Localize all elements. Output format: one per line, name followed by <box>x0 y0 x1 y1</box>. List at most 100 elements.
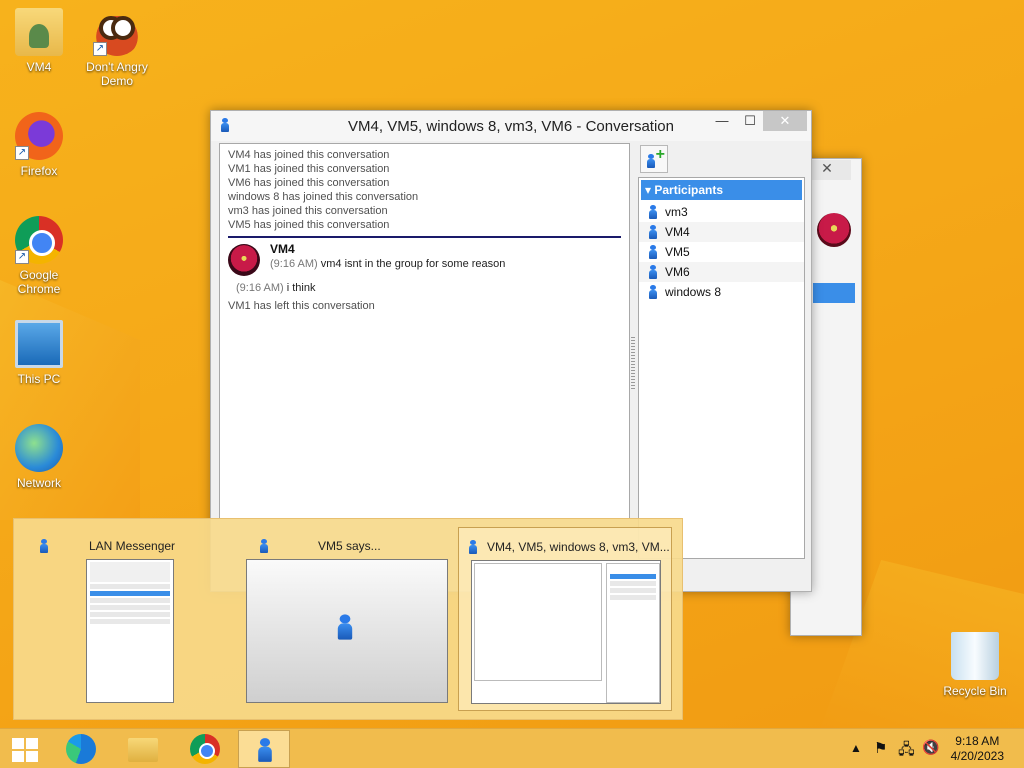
firefox-icon: ↗ <box>15 112 63 160</box>
edge-icon <box>66 734 96 764</box>
chrome-icon <box>190 734 220 764</box>
user-icon <box>649 225 657 239</box>
participant-name: windows 8 <box>665 285 722 299</box>
desktop-icon-chrome[interactable]: ↗ Google Chrome <box>0 216 78 296</box>
selected-row <box>813 283 855 303</box>
preview-row <box>610 588 656 593</box>
desktop-icon-label: Don't Angry Demo <box>86 60 148 88</box>
desktop-icon-label: Google Chrome <box>17 268 61 296</box>
thumbnail-lan-messenger[interactable]: LAN Messenger <box>22 527 242 711</box>
user-folder-icon <box>15 8 63 56</box>
participant-item[interactable]: VM5 <box>639 242 804 262</box>
participant-item[interactable]: vm3 <box>639 202 804 222</box>
minimize-button[interactable]: — <box>707 111 737 131</box>
lan-messenger-icon <box>258 738 272 762</box>
preview-row <box>90 591 170 596</box>
network-tray-icon[interactable]: 🖧 <box>898 739 915 768</box>
participant-item[interactable]: VM6 <box>639 262 804 282</box>
preview-header <box>90 562 170 582</box>
participants-panel[interactable]: ▾ Participants vm3 VM4 VM5 VM6 windows 8 <box>638 177 805 559</box>
title-bar[interactable]: VM4, VM5, windows 8, vm3, VM6 - Conversa… <box>211 111 811 141</box>
thumbnail-preview <box>471 560 661 704</box>
desktop-icon-label: VM4 <box>26 60 52 74</box>
clock-time: 9:18 AM <box>955 734 1000 748</box>
preview-row <box>90 619 170 624</box>
plus-icon: + <box>655 146 665 163</box>
taskbar-thumbnail-popup: LAN Messenger VM5 says... VM4, VM5, wind… <box>13 518 683 720</box>
shortcut-arrow-icon: ↗ <box>93 42 107 56</box>
preview-row <box>610 595 656 600</box>
action-center-flag-icon[interactable]: ⚑ <box>874 739 887 768</box>
message-group: VM4 (9:16 AM) vm4 isnt in the group for … <box>228 242 621 276</box>
preview-row <box>90 598 170 603</box>
network-icon <box>15 424 63 472</box>
lan-messenger-icon <box>40 539 52 553</box>
close-button[interactable]: ✕ <box>763 111 807 131</box>
thumbnail-preview <box>86 559 174 703</box>
system-message: VM1 has joined this conversation <box>228 163 390 175</box>
preview-row <box>610 581 656 586</box>
lan-messenger-icon <box>260 539 272 553</box>
taskbar-lan-messenger[interactable] <box>238 730 290 768</box>
system-clock[interactable]: 9:18 AM 4/20/2023 <box>951 734 1004 764</box>
user-icon <box>649 245 657 259</box>
desktop-icon-label: Firefox <box>20 164 58 178</box>
message-line: (9:16 AM) vm4 isnt in the group for some… <box>270 256 621 272</box>
participants-header-label: Participants <box>654 183 724 197</box>
preview-participants <box>606 563 660 703</box>
desktop-icon-firefox[interactable]: ↗ Firefox <box>0 112 78 178</box>
system-message: VM1 has left this conversation <box>228 300 375 312</box>
volume-muted-icon[interactable]: 🔇 <box>922 739 939 768</box>
taskbar: ▲ ⚑ 🖧 🔇 9:18 AM 4/20/2023 <box>0 728 1024 768</box>
desktop-icon-network[interactable]: Network <box>0 424 78 490</box>
system-message: windows 8 has joined this conversation <box>228 191 419 203</box>
show-hidden-icons-button[interactable]: ▲ <box>850 741 862 768</box>
desktop-icon-label: This PC <box>17 372 61 386</box>
message-line: (9:16 AM) i think <box>228 280 621 296</box>
splitter-handle[interactable] <box>631 337 635 391</box>
message-text: i think <box>286 282 316 294</box>
thumbnail-conversation[interactable]: VM4, VM5, windows 8, vm3, VM... <box>458 527 672 711</box>
system-message: VM5 has joined this conversation <box>228 219 390 231</box>
shortcut-arrow-icon: ↗ <box>15 146 29 160</box>
participants-header[interactable]: ▾ Participants <box>641 180 802 200</box>
thumbnail-vm5-says[interactable]: VM5 says... <box>242 527 462 711</box>
taskbar-file-explorer[interactable] <box>116 730 168 768</box>
thumbnail-title: VM4, VM5, windows 8, vm3, VM... <box>487 540 670 554</box>
start-button[interactable] <box>0 730 52 768</box>
participant-item[interactable]: VM4 <box>639 222 804 242</box>
user-icon <box>647 154 655 168</box>
add-participant-button[interactable]: + <box>640 145 668 173</box>
taskbar-chrome[interactable] <box>178 730 230 768</box>
participant-name: VM4 <box>665 225 690 239</box>
message-sender: VM4 <box>270 242 295 256</box>
thumbnail-title: LAN Messenger <box>89 539 176 553</box>
preview-row <box>610 574 656 579</box>
shortcut-arrow-icon: ↗ <box>15 250 29 264</box>
user-icon <box>649 265 657 279</box>
folder-icon <box>128 738 158 762</box>
avatar <box>228 244 260 276</box>
maximize-button[interactable]: ☐ <box>737 111 763 131</box>
desktop-icon-vm4[interactable]: VM4 <box>0 8 78 74</box>
user-icon <box>337 614 353 640</box>
computer-icon <box>15 320 63 368</box>
desktop-icon-this-pc[interactable]: This PC <box>0 320 78 386</box>
system-message: VM4 has joined this conversation <box>228 149 390 161</box>
message-time: (9:16 AM) <box>236 282 284 294</box>
preview-text-line <box>475 579 601 584</box>
preview-message-pane <box>474 563 602 681</box>
desktop-icon-dont-angry-demo[interactable]: ↗ Don't Angry Demo <box>78 8 156 88</box>
taskbar-edge[interactable] <box>54 730 106 768</box>
system-message: VM6 has joined this conversation <box>228 177 390 189</box>
windows-logo-icon <box>12 738 38 762</box>
message-history[interactable]: VM4 has joined this conversation VM1 has… <box>219 143 630 519</box>
participant-item[interactable]: windows 8 <box>639 282 804 302</box>
clock-date: 4/20/2023 <box>950 749 1004 763</box>
thumbnail-preview <box>246 559 448 703</box>
message-time: (9:16 AM) <box>270 258 318 270</box>
participant-name: VM6 <box>665 265 690 279</box>
thumbnail-title: VM5 says... <box>318 539 381 553</box>
preview-row <box>90 605 170 610</box>
desktop-icon-recycle-bin[interactable]: Recycle Bin <box>936 632 1014 698</box>
